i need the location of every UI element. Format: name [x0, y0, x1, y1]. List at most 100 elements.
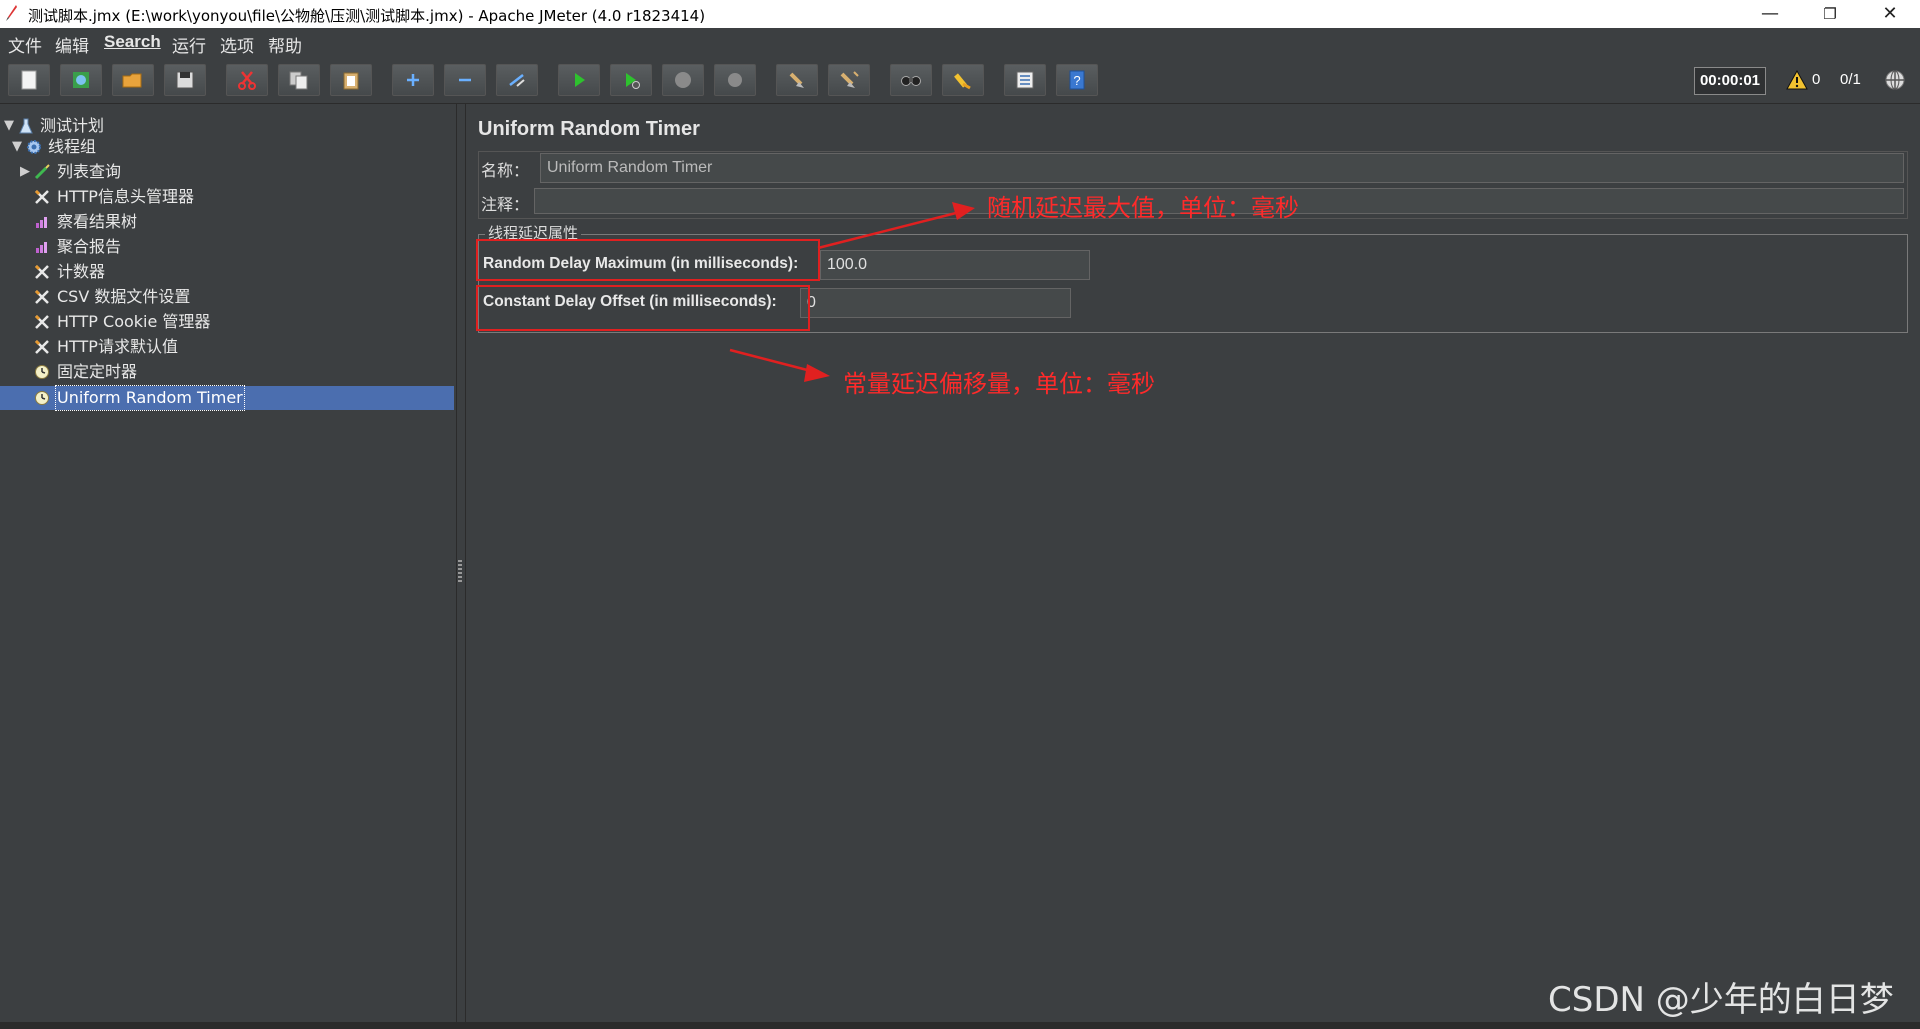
save-button[interactable]	[164, 64, 206, 96]
panel-title: Uniform Random Timer	[478, 118, 700, 140]
config-icon	[34, 189, 49, 204]
tree-item-label: 线程组	[48, 137, 97, 156]
csdn-watermark: CSDN @少年的白日梦	[1548, 980, 1894, 1020]
config-icon	[34, 339, 49, 354]
close-button[interactable]: ✕	[1860, 0, 1920, 28]
timer-icon	[35, 365, 49, 379]
toggle-button[interactable]	[496, 64, 538, 96]
test-plan-icon	[19, 118, 33, 134]
config-icon	[34, 314, 49, 329]
menu-search[interactable]: Search	[104, 32, 161, 52]
new-button[interactable]	[8, 64, 50, 96]
splitter-grip-icon[interactable]	[458, 560, 462, 584]
remote-globe-icon[interactable]	[1884, 69, 1906, 91]
cut-button[interactable]	[226, 64, 268, 96]
open-button[interactable]	[112, 64, 154, 96]
reset-search-icon	[954, 73, 971, 90]
clear-all-icon	[840, 71, 859, 88]
tree-item-label: CSV 数据文件设置	[57, 287, 191, 306]
help-icon: ?	[1069, 70, 1085, 90]
restore-button[interactable]: ❐	[1800, 0, 1860, 28]
test-plan-tree: ▼ 测试计划 ▼ 线程组 ▶ 列表查询 HTTP信息头管理器 察看结果树 聚合报…	[0, 104, 456, 1022]
cut-icon	[238, 71, 256, 90]
expand-icon	[407, 74, 419, 86]
annotation-box-random	[476, 239, 820, 281]
tree-item-label: 列表查询	[57, 162, 122, 181]
window-title: 测试脚本.jmx (E:\work\yonyou\file\公物舱\压测\测试脚…	[28, 7, 706, 25]
tree-item-label: HTTP Cookie 管理器	[57, 312, 211, 331]
jmeter-feather-icon	[6, 5, 17, 21]
function-helper-button[interactable]	[1004, 64, 1046, 96]
start-no-pause-button[interactable]	[610, 64, 652, 96]
expand-button[interactable]	[392, 64, 434, 96]
search-button[interactable]	[890, 64, 932, 96]
tree-item-label: HTTP信息头管理器	[57, 187, 194, 206]
tree-arrow[interactable]: ▶	[20, 160, 34, 184]
sampler-icon	[34, 164, 50, 180]
constant-delay-input[interactable]: 0	[800, 288, 1071, 318]
tree-item-uniform-random-timer[interactable]: Uniform Random Timer	[0, 385, 454, 411]
status-strip	[0, 1022, 1920, 1029]
toggle-icon	[509, 74, 525, 87]
tree-item-label: 计数器	[57, 262, 106, 281]
config-icon	[34, 289, 49, 304]
minimize-button[interactable]: —	[1740, 0, 1800, 28]
tree-item-label: 察看结果树	[57, 212, 138, 231]
copy-icon	[289, 71, 308, 90]
listener-icon	[36, 217, 47, 228]
timer-icon	[35, 391, 49, 405]
start-no-pause-icon	[626, 73, 640, 89]
toolbar: ? 00:00:01 0 0/1	[0, 58, 1920, 104]
menu-help[interactable]: 帮助	[268, 32, 302, 57]
templates-button[interactable]	[60, 64, 102, 96]
menu-bar: 文件 编辑 Search 运行 选项 帮助	[0, 28, 1920, 57]
templates-icon	[73, 72, 89, 88]
menu-options[interactable]: 选项	[220, 32, 254, 57]
title-bar: 测试脚本.jmx (E:\work\yonyou\file\公物舱\压测\测试脚…	[0, 0, 1920, 28]
stop-icon	[675, 72, 691, 88]
stop-button[interactable]	[662, 64, 704, 96]
help-button[interactable]: ?	[1056, 64, 1098, 96]
new-icon	[21, 70, 37, 90]
menu-edit[interactable]: 编辑	[55, 32, 89, 57]
save-icon	[176, 71, 194, 89]
collapse-button[interactable]	[444, 64, 486, 96]
name-field[interactable]: Uniform Random Timer	[540, 153, 1904, 183]
start-icon	[575, 73, 585, 87]
annotation-box-constant	[476, 285, 810, 331]
reset-search-button[interactable]	[942, 64, 984, 96]
shutdown-icon	[728, 73, 742, 87]
listener-icon	[36, 242, 47, 253]
tree-item-label: Uniform Random Timer	[55, 385, 245, 411]
clear-all-button[interactable]	[828, 64, 870, 96]
shutdown-button[interactable]	[714, 64, 756, 96]
annotation-constant-note: 常量延迟偏移量，单位：毫秒	[843, 370, 1155, 398]
copy-button[interactable]	[278, 64, 320, 96]
menu-run[interactable]: 运行	[172, 32, 206, 57]
elapsed-time: 00:00:01	[1694, 67, 1766, 95]
comment-label: 注释：	[481, 195, 530, 214]
random-delay-input[interactable]: 100.0	[820, 250, 1090, 280]
clear-button[interactable]	[776, 64, 818, 96]
menu-file[interactable]: 文件	[8, 32, 42, 57]
thread-group-icon	[27, 140, 41, 154]
paste-button[interactable]	[330, 64, 372, 96]
svg-text:?: ?	[1073, 73, 1080, 88]
active-threads: 0/1	[1840, 71, 1861, 88]
start-button[interactable]	[558, 64, 600, 96]
tree-item-label: HTTP请求默认值	[57, 337, 178, 356]
config-icon	[34, 264, 49, 279]
paste-icon	[343, 72, 359, 90]
annotation-random-note: 随机延迟最大值，单位：毫秒	[987, 194, 1299, 222]
warning-count: 0	[1812, 71, 1821, 88]
warning-icon[interactable]	[1786, 70, 1808, 90]
search-icon	[901, 76, 921, 86]
open-icon	[122, 73, 142, 88]
tree-arrow[interactable]: ▼	[12, 135, 26, 159]
collapse-icon	[459, 78, 471, 82]
clear-icon	[789, 72, 804, 88]
function-helper-icon	[1016, 71, 1034, 89]
name-label: 名称：	[481, 161, 530, 180]
tree-item-label: 聚合报告	[57, 237, 122, 256]
tree-item-label: 固定定时器	[57, 362, 138, 381]
